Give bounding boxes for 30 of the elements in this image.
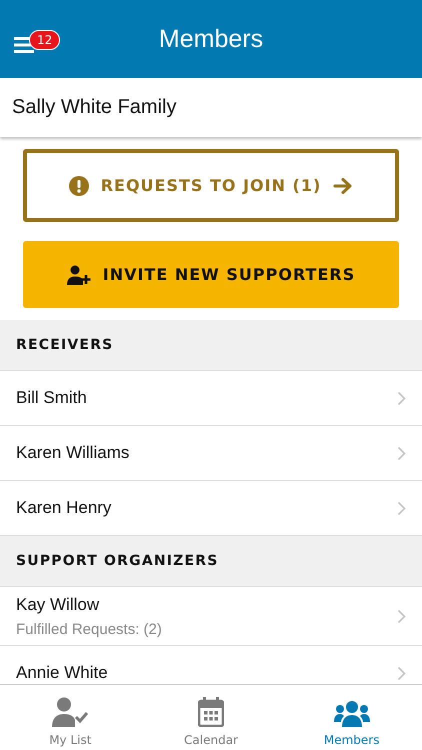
member-name: Annie White [16, 663, 108, 683]
alert-icon [68, 176, 89, 196]
group-icon [334, 701, 370, 727]
calendar-icon [198, 697, 224, 727]
group-name: Sally White Family [12, 96, 176, 119]
screen-title: Members [158, 24, 264, 54]
member-name: Karen Williams [16, 443, 130, 463]
arrow-right-icon [333, 176, 354, 194]
chevron-right-icon [397, 608, 406, 624]
member-name: Kay Willow [16, 594, 100, 614]
user-check-icon [52, 697, 88, 727]
member-name: Karen Henry [16, 498, 112, 518]
chevron-right-icon [397, 500, 406, 516]
section-title: RECEIVERS [16, 337, 114, 353]
chevron-right-icon [397, 666, 406, 680]
tab[interactable]: My List [0, 685, 141, 750]
member-row[interactable]: Bill Smith [0, 371, 422, 426]
invite-button[interactable]: INVITE NEW SUPPORTERS [23, 241, 399, 308]
tab[interactable]: Members [281, 685, 422, 750]
add-user-icon [66, 264, 91, 284]
notification-badge: 12 [29, 30, 60, 50]
member-name: Bill Smith [16, 388, 87, 408]
member-detail: Fulfilled Requests: (2) [16, 620, 162, 638]
section-title: SUPPORT ORGANIZERS [16, 553, 219, 569]
member-row[interactable]: Karen Williams [0, 426, 422, 481]
chevron-right-icon [397, 446, 406, 460]
tab[interactable]: Calendar [140, 685, 282, 750]
chevron-right-icon [397, 390, 406, 406]
requests-button[interactable]: REQUESTS TO JOIN (1) [23, 149, 399, 222]
member-row[interactable]: Kay Willow Fulfilled Requests: (2) [0, 587, 422, 646]
